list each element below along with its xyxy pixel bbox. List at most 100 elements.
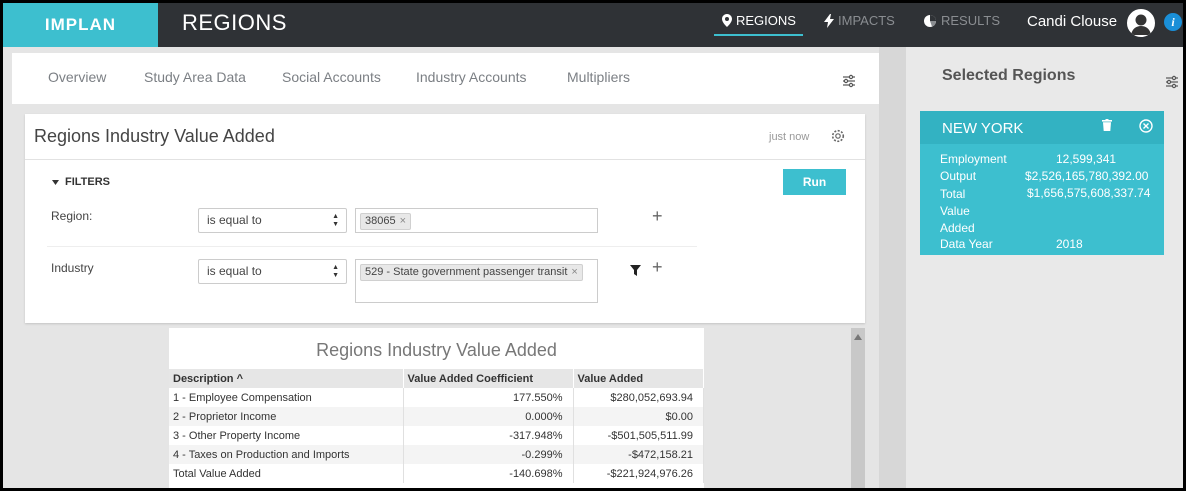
table-row: 3 - Other Property Income -317.948% -$501,… (169, 426, 704, 445)
cell-value: -$221,924,976.26 (573, 464, 704, 483)
region-card[interactable]: NEW YORK Employment 12,599,341 Output $2… (920, 111, 1164, 255)
app-window: IMPLAN REGIONS REGIONS IMPACTS RESULTS C… (3, 3, 1183, 488)
trash-icon[interactable] (1102, 119, 1112, 131)
tab-social-accounts[interactable]: Social Accounts (282, 69, 381, 85)
cell-value: -$501,505,511.99 (573, 426, 704, 445)
table-row: 2 - Proprietor Income 0.000% $0.00 (169, 407, 704, 426)
industry-tag-input[interactable]: 529 - State government passenger transit… (355, 259, 598, 303)
remove-tag-icon[interactable]: × (571, 266, 577, 278)
nav-active-indicator (714, 34, 803, 36)
industry-tag: 529 - State government passenger transit… (360, 264, 583, 281)
map-pin-icon (722, 14, 732, 27)
column-header-description[interactable]: Description ^ (169, 369, 404, 388)
stat-label-total-value-added: Total Value Added (940, 187, 975, 235)
cell-coefficient: -0.299% (403, 445, 574, 464)
user-avatar-icon (1131, 14, 1151, 35)
region-card-header: NEW YORK (920, 111, 1164, 144)
stat-value-employment: 12,599,341 (1056, 152, 1117, 166)
region-filter-label: Region: (51, 209, 93, 223)
tag-label: 38065 (365, 215, 396, 227)
report-timestamp: just now (769, 131, 810, 143)
report-title: Regions Industry Value Added (34, 126, 275, 146)
region-name: NEW YORK (942, 120, 1024, 137)
region-operator-select[interactable]: is equal to ▲ ▼ (198, 208, 347, 233)
sort-ascending-icon: ^ (236, 372, 244, 385)
cell-coefficient: 0.000% (403, 407, 574, 426)
scroll-up-icon[interactable] (854, 334, 862, 340)
user-name[interactable]: Candi Clouse (1027, 13, 1117, 30)
caret-down-icon (52, 179, 59, 185)
run-button[interactable]: Run (783, 169, 846, 195)
stat-value-total-value-added: $1,656,575,608,337.74 (1027, 186, 1151, 200)
info-icon[interactable]: i (1164, 13, 1182, 31)
cell-value: $0.00 (573, 407, 704, 426)
industry-operator-select[interactable]: is equal to ▲ ▼ (198, 259, 347, 284)
region-tag: 38065 × (360, 213, 412, 230)
stat-label-data-year: Data Year (940, 237, 993, 251)
scrollbar[interactable] (851, 328, 865, 488)
select-value: is equal to (207, 264, 262, 278)
select-value: is equal to (207, 213, 262, 227)
cell-coefficient: 177.550% (403, 388, 574, 407)
tab-multipliers[interactable]: Multipliers (567, 69, 630, 85)
table-row: Total Value Added -140.698% -$221,924,976.… (169, 464, 704, 483)
nav-label: RESULTS (941, 13, 1000, 28)
nav-regions[interactable]: REGIONS (722, 13, 796, 28)
filters-toggle[interactable]: FILTERS (52, 176, 110, 188)
column-header-value-added[interactable]: Value Added (573, 369, 704, 388)
tag-label: 529 - State government passenger transit (365, 266, 568, 278)
lightning-icon (824, 13, 834, 28)
cell-description: Total Value Added (169, 464, 404, 483)
cell-description: 3 - Other Property Income (169, 426, 404, 445)
region-tag-input[interactable]: 38065 × (355, 208, 598, 233)
cell-coefficient: -140.698% (403, 464, 574, 483)
cell-value: $280,052,693.94 (573, 388, 704, 407)
selected-regions-panel: Selected Regions NEW YORK Employment 12,… (906, 47, 1183, 488)
filter-funnel-icon[interactable] (630, 265, 641, 276)
column-header-coefficient[interactable]: Value Added Coefficient (403, 369, 574, 388)
sliders-icon[interactable] (1166, 75, 1178, 89)
page-title: REGIONS (182, 10, 287, 35)
industry-filter-label: Industry (51, 261, 94, 275)
stat-label-output: Output (940, 169, 977, 183)
column-label: Description (173, 372, 234, 385)
sliders-icon[interactable] (842, 74, 856, 88)
stat-value-output: $2,526,165,780,392.00 (1025, 169, 1149, 183)
panel-title: Selected Regions (942, 67, 1076, 84)
select-caret-icon: ▲ ▼ (332, 264, 339, 279)
cell-description: 1 - Employee Compensation (169, 388, 404, 407)
select-caret-icon: ▲ ▼ (332, 213, 339, 228)
nav-results[interactable]: RESULTS (923, 13, 1000, 28)
close-circle-icon[interactable] (1139, 119, 1153, 133)
report-card: Regions Industry Value Added just now FI… (25, 114, 865, 323)
cell-description: 2 - Proprietor Income (169, 407, 404, 426)
gear-icon[interactable] (831, 129, 845, 143)
divider (47, 246, 697, 247)
add-filter-icon[interactable]: + (652, 206, 663, 227)
avatar[interactable] (1125, 7, 1157, 39)
add-filter-icon[interactable]: + (652, 257, 663, 278)
results-table: Description ^ Value Added Coefficient Va… (169, 369, 704, 483)
pie-chart-icon (924, 14, 936, 27)
table-row: 4 - Taxes on Production and Imports -0.29… (169, 445, 704, 464)
divider (25, 159, 865, 160)
cell-coefficient: -317.948% (403, 426, 574, 445)
cell-value: -$472,158.21 (573, 445, 704, 464)
tab-study-area-data[interactable]: Study Area Data (144, 69, 246, 85)
tab-overview[interactable]: Overview (48, 69, 106, 85)
nav-label: REGIONS (736, 13, 796, 28)
nav-impacts[interactable]: IMPACTS (824, 13, 895, 28)
remove-tag-icon[interactable]: × (400, 215, 406, 227)
table-row: 1 - Employee Compensation 177.550% $280,05… (169, 388, 704, 407)
panel-gutter (879, 47, 906, 488)
implan-logo[interactable]: IMPLAN (3, 3, 158, 47)
top-bar: IMPLAN REGIONS REGIONS IMPACTS RESULTS C… (3, 3, 1183, 47)
stat-value-data-year: 2018 (1056, 237, 1083, 251)
table-title: Regions Industry Value Added (316, 340, 557, 360)
tab-industry-accounts[interactable]: Industry Accounts (416, 69, 527, 85)
results-panel: Regions Industry Value Added Description… (169, 328, 704, 488)
section-tabs: Overview Study Area Data Social Accounts… (12, 53, 879, 104)
filters-label: FILTERS (65, 176, 111, 188)
cell-description: 4 - Taxes on Production and Imports (169, 445, 404, 464)
stat-label-employment: Employment (940, 152, 1007, 166)
